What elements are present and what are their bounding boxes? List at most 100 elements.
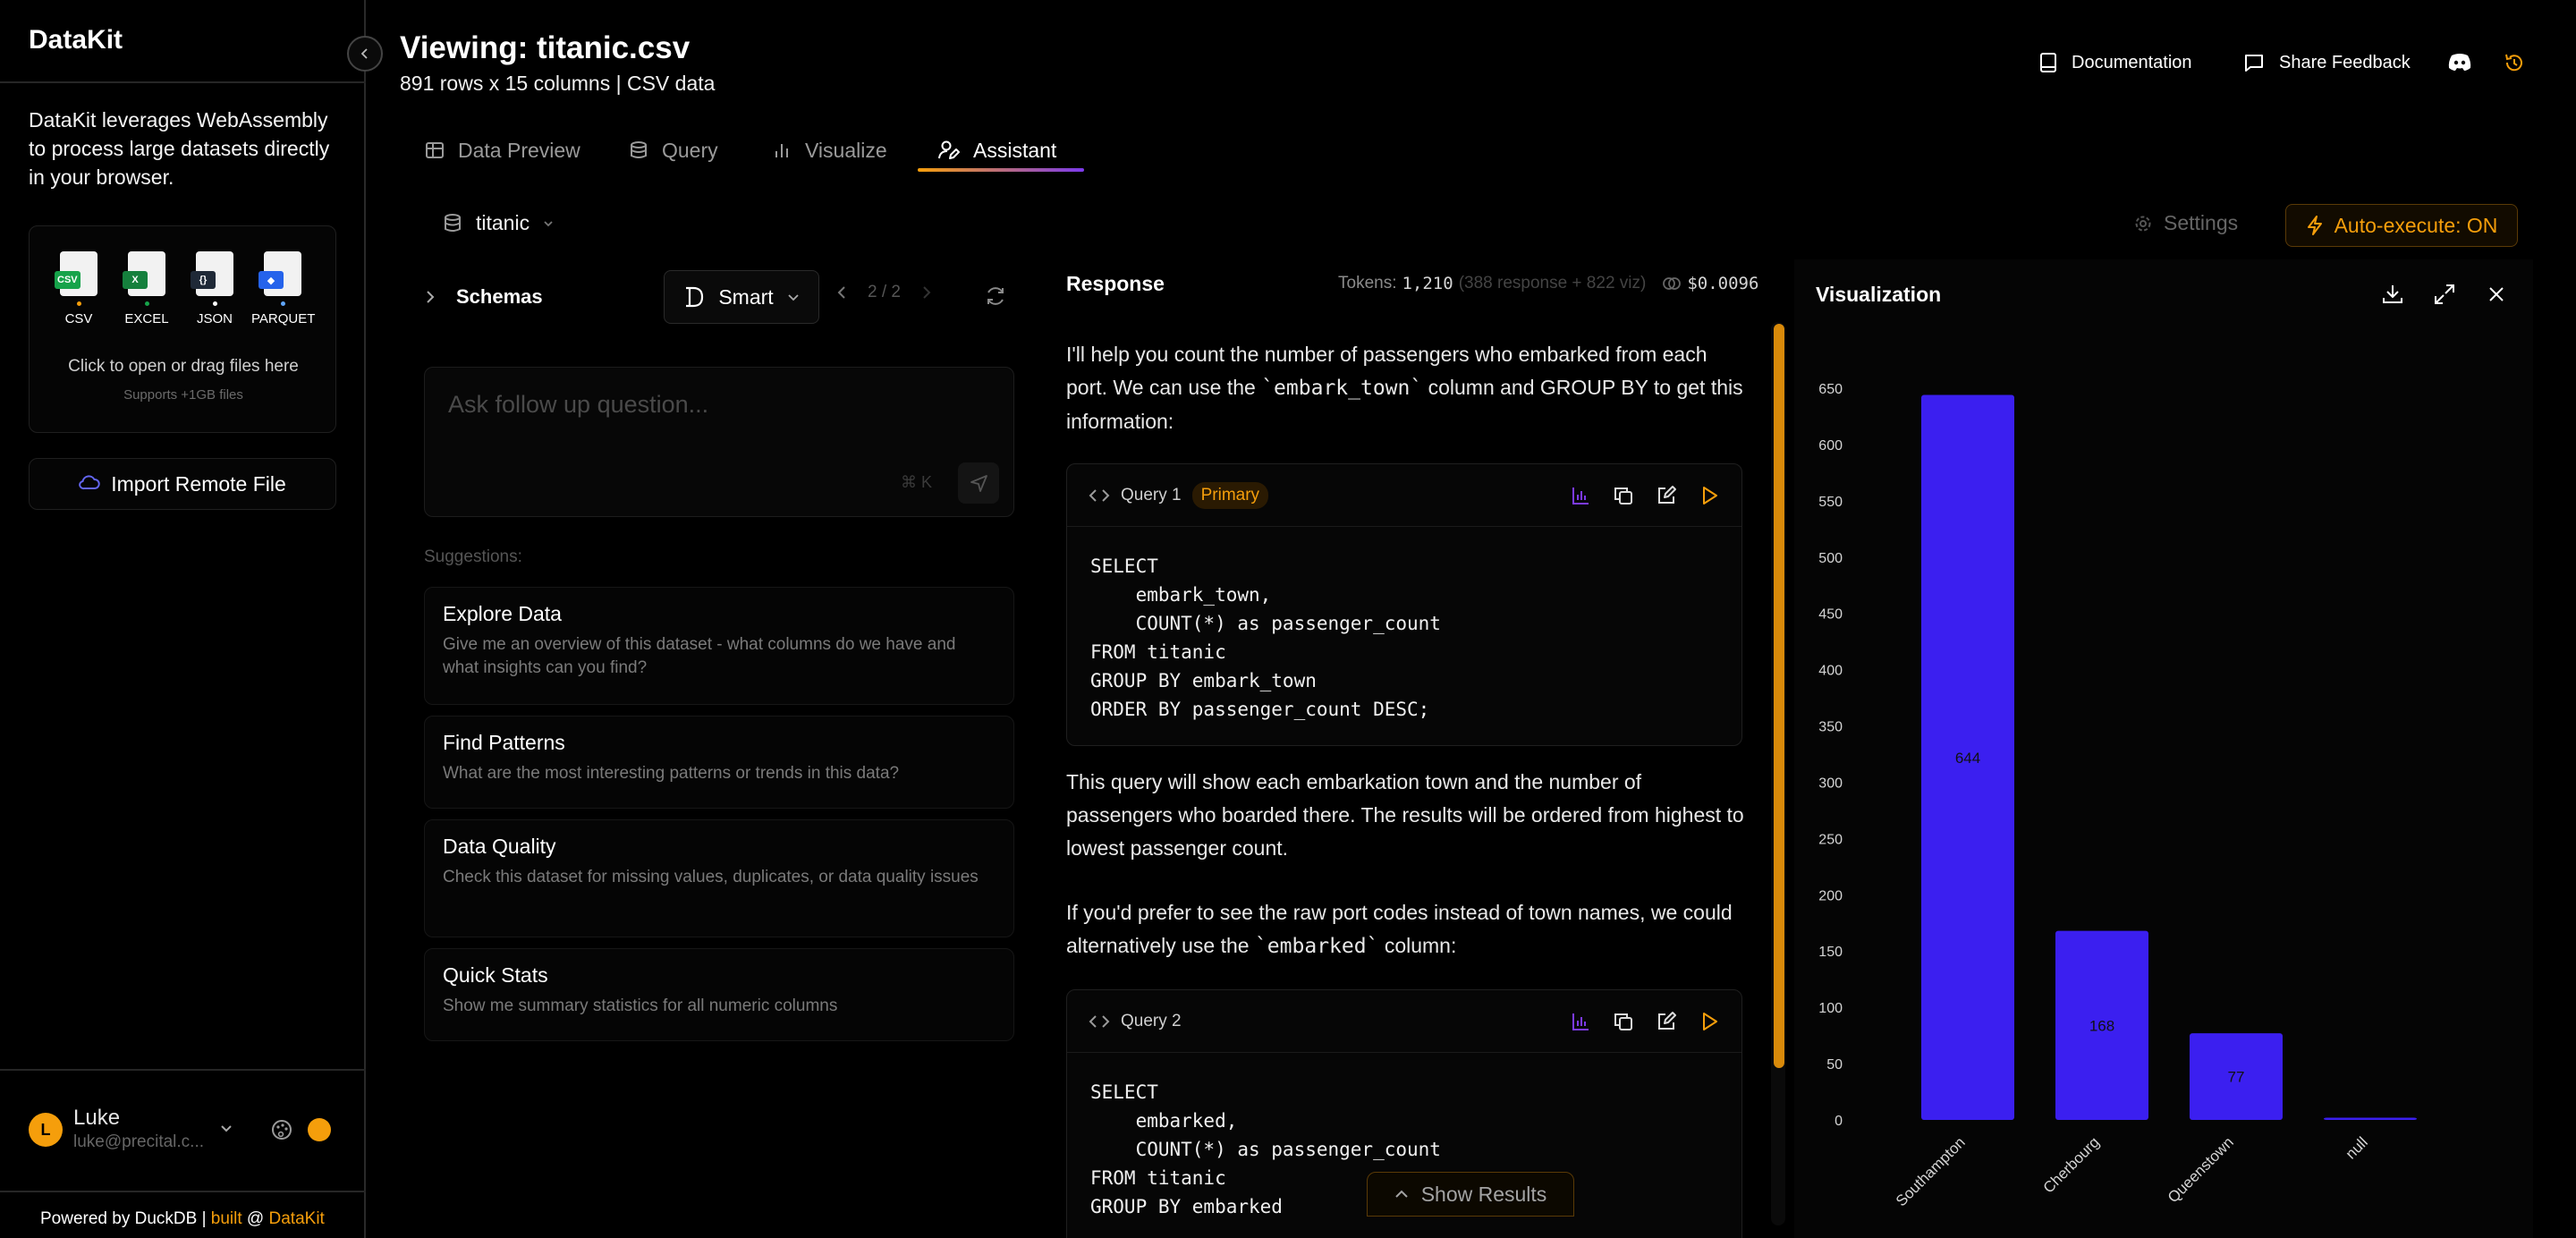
chevron-right-icon[interactable] [920,284,933,301]
built-link[interactable]: built [211,1209,242,1228]
history-icon[interactable] [2503,51,2526,79]
suggestion-title: Data Quality [443,835,556,858]
database-select[interactable]: titanic [442,211,555,235]
tab-label: Assistant [973,138,1057,162]
collapse-sidebar-button[interactable] [347,36,383,72]
chevron-down-icon [544,220,553,226]
suggestions-label: Suggestions: [424,547,522,566]
suggestion-desc: What are the most interesting patterns o… [443,764,900,783]
chevron-down-icon[interactable] [218,1120,234,1140]
avatar: L [29,1113,63,1147]
palette-icon[interactable] [270,1118,293,1146]
suggestion-explore-data[interactable]: Explore Data Give me an overview of this… [424,587,1014,705]
mode-logo-icon [686,286,704,308]
edit-icon[interactable] [1656,1011,1677,1032]
tab-assistant[interactable]: Assistant [937,132,1056,168]
coins-icon [1663,277,1682,290]
excel-file-icon: X [123,251,165,296]
refresh-icon[interactable] [984,284,1007,312]
suggestion-desc: Give me an overview of this dataset - wh… [443,635,956,677]
edit-icon[interactable] [1656,485,1677,506]
suggestion-data-quality[interactable]: Data Quality Check this dataset for miss… [424,819,1014,937]
suggestion-quick-stats[interactable]: Quick Stats Show me summary statistics f… [424,948,1014,1041]
tab-data-preview[interactable]: Data Preview [424,132,580,168]
inline-code: `embarked` [1254,935,1379,958]
y-tick-label: 400 [1818,664,1843,679]
play-icon[interactable] [1699,485,1720,506]
query-label: Query 2 [1121,1011,1182,1030]
suggestion-find-patterns[interactable]: Find Patterns What are the most interest… [424,716,1014,809]
send-button[interactable] [958,462,999,504]
chart-bar[interactable] [2324,1117,2417,1120]
x-tick-label: Queenstown [2165,1133,2237,1206]
dropzone-text: Click to open or drag files here [68,357,299,376]
file-tag: CSV [55,271,80,289]
shortcut-hint: ⌘ K [901,473,933,491]
y-tick-label: 100 [1818,1001,1843,1016]
database-name: titanic [476,211,530,234]
divider [0,1069,366,1071]
play-icon[interactable] [1699,1011,1720,1032]
user-name: Luke [73,1106,121,1130]
powered-by-footer: Powered by DuckDB | built @ DataKit [40,1209,325,1229]
theme-color-toggle[interactable] [308,1118,331,1141]
chart-icon[interactable] [1570,485,1591,506]
axis-spacer [1794,1127,1919,1199]
file-tag: X [123,271,148,289]
documentation-link[interactable]: Documentation [2039,52,2192,73]
import-remote-file-button[interactable]: Import Remote File [29,458,336,510]
powered-text: Powered by DuckDB | [40,1209,211,1228]
chart-icon[interactable] [1570,1011,1591,1032]
tab-visualize[interactable]: Visualize [771,132,887,168]
tokens-total: 1,210 [1402,274,1453,293]
sidebar: DataKit DataKit leverages WebAssembly to… [0,0,366,1238]
bar-data-label: 644 [1955,750,1980,767]
filetype-label: JSON [196,311,233,326]
code-icon [1089,1014,1110,1028]
query-header: Query 1 Primary [1067,464,1741,527]
discord-icon[interactable] [2447,52,2472,76]
follow-up-input[interactable] [448,391,985,419]
query-header: Query 2 [1067,990,1741,1053]
tab-query[interactable]: Query [628,132,718,168]
copy-icon[interactable] [1613,485,1634,506]
auto-execute-label: Auto-execute: ON [2334,213,2498,237]
y-tick-label: 500 [1818,551,1843,566]
settings-button[interactable]: Settings [2133,211,2238,235]
copy-icon[interactable] [1613,1011,1634,1032]
query-block-1: Query 1 Primary SELECT embark_town, COUN… [1066,463,1742,746]
y-tick-label: 0 [1835,1114,1843,1129]
chevron-left-icon[interactable] [835,284,848,301]
model-mode-select[interactable]: Smart [664,270,819,324]
filetype-csv: CSV CSV [47,251,110,326]
response-pager: 2 / 2 [835,283,933,302]
page-subtitle: 891 rows x 15 columns | CSV data [400,72,716,95]
chevron-right-icon [427,291,435,303]
cloud-icon [79,472,100,496]
inline-code: `embark_town` [1261,377,1423,400]
show-results-button[interactable]: Show Results [1367,1172,1574,1217]
scrollbar-thumb[interactable] [1774,324,1784,1068]
share-feedback-link[interactable]: Share Feedback [2243,52,2411,73]
database-icon [631,141,647,158]
query-label: Query 1 [1121,485,1182,505]
csv-file-icon: CSV [55,251,97,296]
page-indicator: 2 / 2 [868,283,901,301]
gear-icon [2135,216,2151,231]
x-tick-label: Cherbourg [2040,1133,2103,1196]
auto-execute-toggle[interactable]: Auto-execute: ON [2285,204,2518,247]
mode-label: Smart [718,284,774,309]
file-tag: {} [191,271,216,289]
tab-label: Query [662,138,718,162]
user-menu[interactable]: L Luke luke@precital.c... [29,1102,333,1159]
show-results-label: Show Results [1420,1182,1547,1206]
schemas-toggle[interactable]: Schemas [424,270,543,324]
file-dropzone[interactable]: CSV CSV X EXCEL {} JSON ◆ PARQUET Click … [29,225,336,433]
sql-code: SELECT embark_town, COUNT(*) as passenge… [1090,555,1441,720]
chevron-left-icon [360,48,368,59]
datakit-link[interactable]: DataKit [269,1209,325,1228]
y-tick-label: 50 [1826,1057,1843,1073]
filetype-json: {} JSON [183,251,246,326]
bar-chart: 0 50 100 150 200 250 300 350 400 450 500 550 600 650 6… [1794,382,2417,1209]
suggestion-title: Find Patterns [443,731,565,754]
